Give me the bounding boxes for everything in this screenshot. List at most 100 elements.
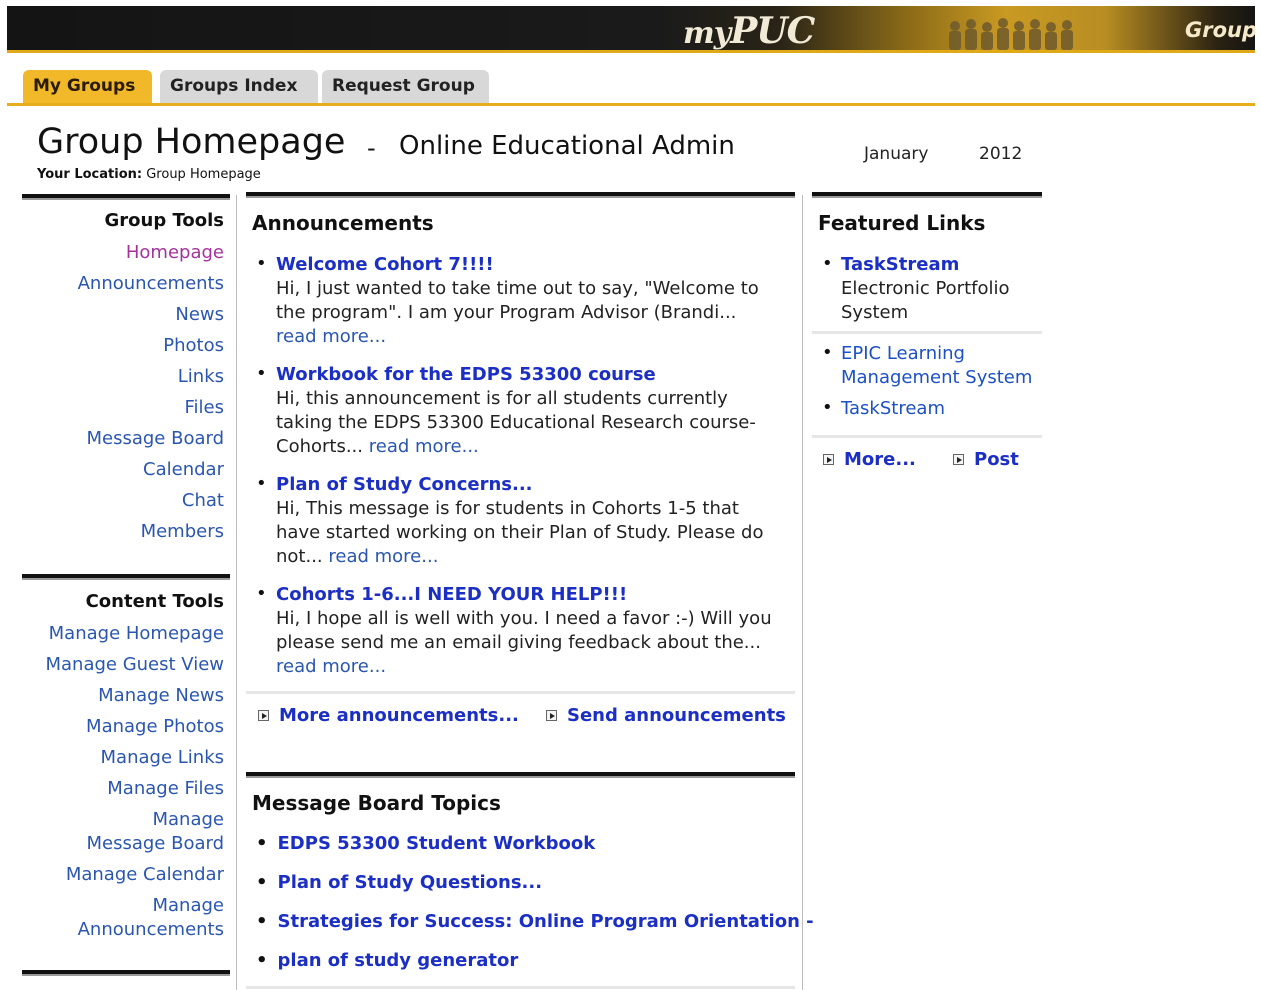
group-name: Online Educational Admin: [399, 131, 735, 161]
read-more-link[interactable]: read more...: [276, 326, 386, 347]
sidebar-item-homepage[interactable]: Homepage: [22, 237, 224, 268]
announcement-line: Hi, this announcement is for all student…: [276, 388, 728, 409]
announcement-item: • Cohorts 1-6...I NEED YOUR HELP!!! Hi, …: [256, 583, 796, 679]
bullet: •: [822, 397, 833, 418]
people-group-icon: [949, 18, 1073, 50]
sidebar-item-calendar[interactable]: Calendar: [22, 454, 224, 485]
link[interactable]: Management System: [841, 366, 1044, 390]
announcement-line: Hi, I hope all is well with you. I need …: [276, 608, 772, 629]
bullet: •: [256, 833, 268, 854]
sidebar-item-members[interactable]: Members: [22, 516, 224, 547]
message-board-topic[interactable]: • Strategies for Success: Online Program …: [256, 911, 814, 932]
announcement-line: Hi, This message is for students in Coho…: [276, 498, 739, 519]
sidebar-item-photos[interactable]: Photos: [22, 330, 224, 361]
calendar-year[interactable]: 2012: [979, 144, 1022, 164]
announcement-line: the program". I am your Program Advisor …: [276, 302, 737, 323]
bullet: •: [256, 583, 267, 604]
section-divider: [812, 331, 1042, 334]
more-links-link[interactable]: More...: [823, 449, 916, 470]
arrow-right-icon: [258, 710, 269, 721]
arrow-right-icon: [823, 454, 834, 465]
topic-label: EDPS 53300 Student Workbook: [277, 833, 596, 854]
message-board-topic[interactable]: • Plan of Study Questions...: [256, 872, 542, 893]
featured-links-title: Featured Links: [818, 211, 986, 235]
tab-bar: My Groups Groups Index Request Group: [7, 70, 1255, 106]
announcements-title: Announcements: [252, 211, 434, 235]
announcement-line: not...: [276, 546, 329, 567]
breadcrumb-label: Your Location:: [37, 167, 143, 182]
sidebar-item-manage-links[interactable]: Manage Links: [22, 742, 224, 773]
topic-label: Plan of Study Questions...: [277, 872, 543, 893]
sidebar-rule: [22, 970, 230, 976]
bullet: •: [822, 342, 833, 363]
message-board-topic[interactable]: • plan of study generator: [256, 950, 518, 971]
tab-my-groups[interactable]: My Groups: [23, 70, 152, 103]
topic-label: Strategies for Success: Online Program O…: [277, 911, 814, 932]
link-item: • TaskStream: [822, 397, 1044, 421]
bullet: •: [256, 363, 267, 384]
more-announcements-link[interactable]: More announcements...: [258, 705, 519, 726]
send-announcements-link[interactable]: Send announcements: [546, 705, 786, 726]
announcement-item: • Plan of Study Concerns... Hi, This mes…: [256, 473, 796, 569]
sidebar-item-manage-news[interactable]: Manage News: [22, 680, 224, 711]
announcement-item: • Workbook for the EDPS 53300 course Hi,…: [256, 363, 796, 459]
link[interactable]: EPIC Learning: [841, 342, 1044, 366]
section-divider: [812, 435, 1042, 438]
sidebar-item-manage-homepage[interactable]: Manage Homepage: [22, 618, 224, 649]
breadcrumb: Your Location: Group Homepage: [37, 167, 261, 182]
featured-link-item: • TaskStream Electronic Portfolio System: [822, 253, 1044, 325]
sidebar-item-manage-calendar[interactable]: Manage Calendar: [22, 859, 224, 890]
announcement-item: • Welcome Cohort 7!!!! Hi, I just wanted…: [256, 253, 796, 349]
featured-link[interactable]: TaskStream: [841, 253, 1044, 277]
bullet: •: [822, 253, 833, 274]
column-divider: [802, 195, 803, 990]
message-board-topic[interactable]: • EDPS 53300 Student Workbook: [256, 833, 595, 854]
announcement-headline[interactable]: Plan of Study Concerns...: [276, 473, 796, 497]
tab-request-group[interactable]: Request Group: [322, 70, 489, 103]
group-tools-title: Group Tools: [104, 210, 225, 231]
sidebar-item-files[interactable]: Files: [22, 392, 225, 423]
title-separator: -: [367, 134, 376, 162]
read-more-link[interactable]: read more...: [328, 546, 438, 567]
message-board-title: Message Board Topics: [252, 791, 501, 815]
read-more-link[interactable]: read more...: [369, 436, 479, 457]
announcement-line: have started working on their Plan of St…: [276, 522, 764, 543]
sidebar-item-manage-files[interactable]: Manage Files: [22, 773, 224, 804]
mypuc-logo[interactable]: myPUC: [683, 10, 815, 52]
tab-groups-index[interactable]: Groups Index: [160, 70, 318, 103]
calendar-month[interactable]: January: [864, 144, 928, 164]
bullet: •: [256, 253, 267, 274]
sidebar-item-manage-message-board[interactable]: Manage Message Board: [22, 804, 224, 859]
sidebar-item-manage-guest-view[interactable]: Manage Guest View: [22, 649, 224, 680]
announcement-line: Cohorts...: [276, 436, 369, 457]
banner-accent-line: [7, 50, 1255, 53]
sidebar-item-announcements[interactable]: Announcements: [22, 268, 224, 299]
send-announcements-label: Send announcements: [567, 705, 786, 726]
sidebar-item-message-board[interactable]: Message Board: [22, 423, 224, 454]
sidebar-item-chat[interactable]: Chat: [22, 485, 224, 516]
logo-my-text: my: [683, 16, 731, 51]
announcement-headline[interactable]: Welcome Cohort 7!!!!: [276, 253, 796, 277]
sidebar-item-manage-announcements[interactable]: Manage Announcements: [22, 890, 224, 945]
groups-banner-label: Groups: [1185, 18, 1255, 42]
sidebar-item-links[interactable]: Links: [22, 361, 224, 392]
content-tools-list: Manage Homepage Manage Guest View Manage…: [22, 618, 224, 945]
column-divider: [236, 195, 237, 990]
read-more-link[interactable]: read more...: [276, 656, 386, 677]
arrow-right-icon: [546, 710, 557, 721]
section-divider: [246, 691, 795, 694]
breadcrumb-value: Group Homepage: [146, 167, 261, 182]
sidebar-item-news[interactable]: News: [22, 299, 224, 330]
sidebar-item-manage-photos[interactable]: Manage Photos: [22, 711, 224, 742]
announcement-headline[interactable]: Workbook for the EDPS 53300 course: [276, 363, 796, 387]
featured-link-desc: Electronic Portfolio: [841, 278, 1010, 299]
link[interactable]: TaskStream: [841, 397, 1044, 421]
bullet: •: [256, 950, 268, 971]
announcement-headline[interactable]: Cohorts 1-6...I NEED YOUR HELP!!!: [276, 583, 796, 607]
announcements-rule: [246, 192, 795, 198]
post-link-link[interactable]: Post: [953, 449, 1019, 470]
sidebar-rule: [22, 574, 230, 580]
topic-label: plan of study generator: [277, 950, 519, 971]
group-tools-list: Homepage Announcements News Photos Links…: [22, 237, 224, 547]
post-link-label: Post: [974, 449, 1019, 470]
